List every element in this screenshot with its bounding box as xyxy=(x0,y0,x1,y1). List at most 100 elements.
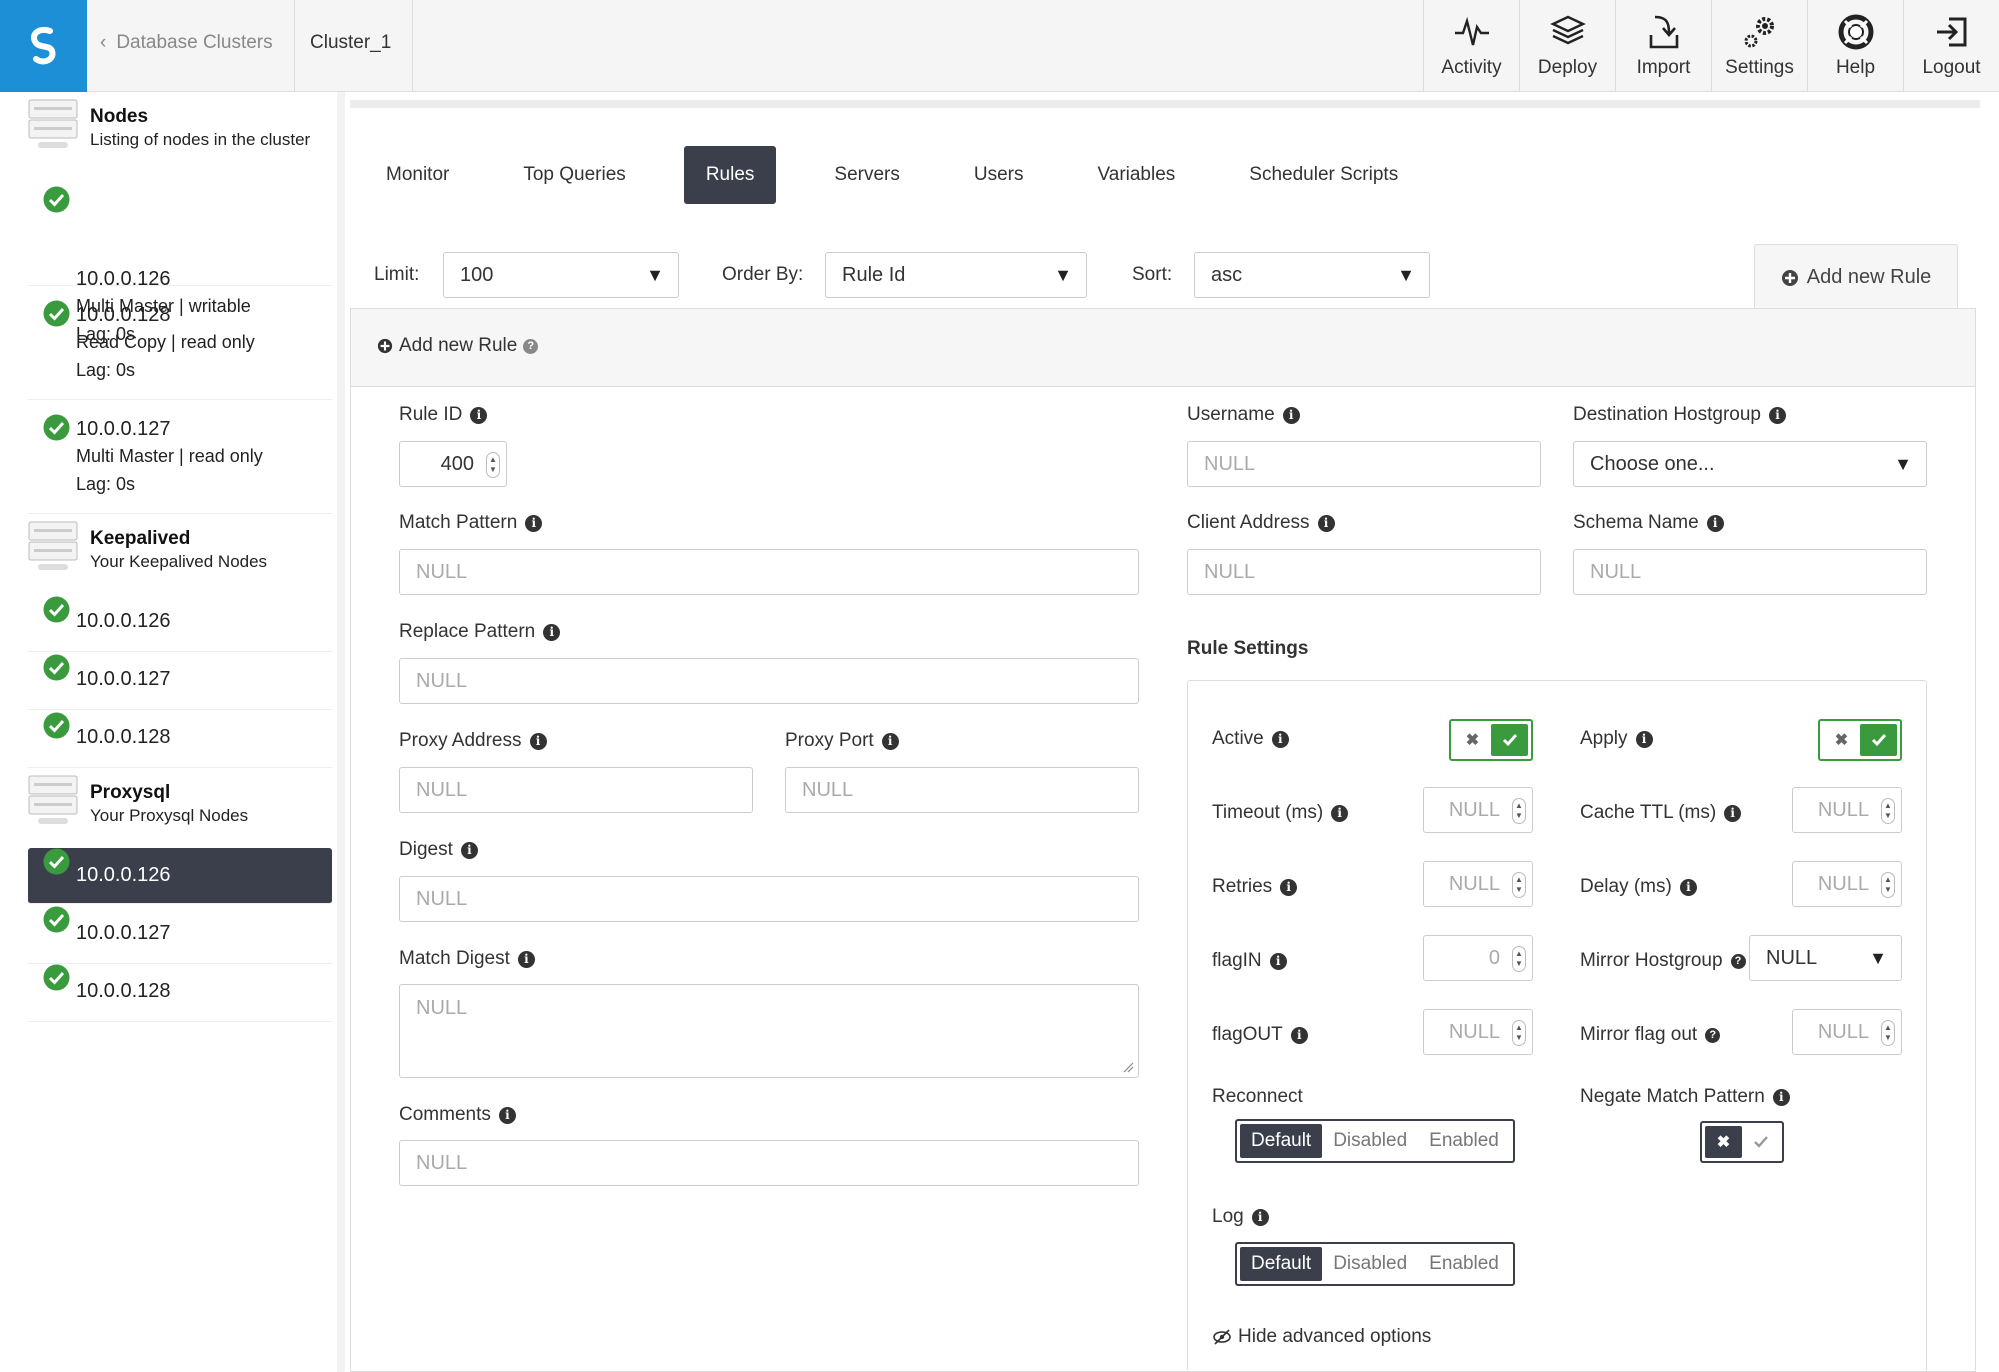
timeout-stepper[interactable]: NULL ▲ ▼ xyxy=(1423,787,1533,833)
info-icon[interactable]: i xyxy=(1282,406,1300,424)
tab-rules[interactable]: Rules xyxy=(683,146,777,204)
proxysql-node-item[interactable]: 10.0.0.127 xyxy=(28,906,332,964)
info-icon[interactable]: i xyxy=(1271,730,1289,748)
info-icon[interactable]: i xyxy=(881,732,899,750)
info-icon[interactable]: i xyxy=(1269,952,1287,970)
match-pattern-input[interactable]: NULL xyxy=(399,549,1139,595)
info-icon[interactable]: i xyxy=(1331,804,1349,822)
proxy-address-input[interactable]: NULL xyxy=(399,767,753,813)
section-title: Proxysql xyxy=(90,782,171,803)
mirror-hostgroup-select[interactable]: NULL ▼ xyxy=(1749,935,1902,981)
apply-toggle[interactable]: ✖ xyxy=(1818,719,1902,761)
log-default-option[interactable]: Default xyxy=(1240,1247,1323,1281)
nav-deploy-button[interactable]: Deploy xyxy=(1519,0,1615,92)
negate-match-pattern-toggle[interactable]: ✖ xyxy=(1700,1121,1784,1163)
match-digest-textarea[interactable]: NULL xyxy=(399,984,1139,1078)
retries-stepper[interactable]: NULL ▲ ▼ xyxy=(1423,861,1533,907)
mirror-hostgroup-label: Mirror Hostgroup? xyxy=(1580,950,1746,972)
node-item[interactable]: 10.0.0.127 Multi Master | read only Lag:… xyxy=(28,400,332,514)
tab-servers[interactable]: Servers xyxy=(818,146,915,204)
nav-help-button[interactable]: Help xyxy=(1807,0,1903,92)
info-icon[interactable]: i xyxy=(460,841,478,859)
tab-top-queries[interactable]: Top Queries xyxy=(507,146,641,204)
cache-ttl-stepper[interactable]: NULL ▲ ▼ xyxy=(1792,787,1902,833)
tab-monitor[interactable]: Monitor xyxy=(370,146,465,204)
schema-name-input[interactable]: NULL xyxy=(1573,549,1927,595)
tab-scheduler-scripts[interactable]: Scheduler Scripts xyxy=(1233,146,1414,204)
node-item[interactable]: 10.0.0.126 Multi Master | writable Lag: … xyxy=(28,172,332,344)
stepper-arrows-icon[interactable]: ▲ ▼ xyxy=(1512,946,1526,972)
node-item[interactable]: 10.0.0.128 Read Copy | read only Lag: 0s xyxy=(28,286,332,400)
info-icon[interactable]: i xyxy=(543,623,561,641)
digest-input[interactable]: NULL xyxy=(399,876,1139,922)
log-enabled-option[interactable]: Enabled xyxy=(1418,1247,1510,1281)
keepalived-node-item[interactable]: 10.0.0.128 xyxy=(28,710,332,768)
hide-advanced-options-link[interactable]: Hide advanced options xyxy=(1212,1326,1431,1348)
client-address-input[interactable]: NULL xyxy=(1187,549,1541,595)
proxysql-node-item-selected[interactable]: 10.0.0.126 xyxy=(28,848,332,904)
log-disabled-option[interactable]: Disabled xyxy=(1322,1247,1418,1281)
stepper-arrows-icon[interactable]: ▲ ▼ xyxy=(1512,1020,1526,1046)
keepalived-node-item[interactable]: 10.0.0.126 xyxy=(28,594,332,652)
info-icon[interactable]: i xyxy=(1772,1088,1790,1106)
help-icon[interactable]: ? xyxy=(523,338,539,354)
active-toggle[interactable]: ✖ xyxy=(1449,719,1533,761)
stepper-arrows-icon[interactable]: ▲ ▼ xyxy=(1512,872,1526,898)
tab-bar: Monitor Top Queries Rules Servers Users … xyxy=(370,146,1456,204)
order-by-select[interactable]: Rule Id ▼ xyxy=(825,252,1087,298)
proxysql-node-item[interactable]: 10.0.0.128 xyxy=(28,964,332,1022)
flagout-stepper[interactable]: NULL ▲ ▼ xyxy=(1423,1009,1533,1055)
proxy-port-input[interactable]: NULL xyxy=(785,767,1139,813)
stepper-arrows-icon[interactable]: ▲ ▼ xyxy=(1512,798,1526,824)
info-icon[interactable]: i xyxy=(1706,514,1724,532)
comments-input[interactable]: NULL xyxy=(399,1140,1139,1186)
keepalived-node-item[interactable]: 10.0.0.127 xyxy=(28,652,332,710)
nav-label: Import xyxy=(1636,57,1691,78)
info-icon[interactable]: i xyxy=(517,950,535,968)
info-icon[interactable]: i xyxy=(1679,878,1697,896)
tab-users[interactable]: Users xyxy=(958,146,1040,204)
breadcrumb-current: Cluster_1 xyxy=(310,32,392,53)
replace-pattern-input[interactable]: NULL xyxy=(399,658,1139,704)
nav-import-button[interactable]: Import xyxy=(1615,0,1711,92)
nav-settings-button[interactable]: Settings xyxy=(1711,0,1807,92)
stepper-arrows-icon[interactable]: ▲ ▼ xyxy=(486,452,500,478)
sort-select[interactable]: asc ▼ xyxy=(1194,252,1430,298)
flagin-stepper[interactable]: 0 ▲ ▼ xyxy=(1423,935,1533,981)
limit-select[interactable]: 100 ▼ xyxy=(443,252,679,298)
tab-variables[interactable]: Variables xyxy=(1081,146,1191,204)
reconnect-default-option[interactable]: Default xyxy=(1240,1124,1323,1158)
nav-logout-button[interactable]: Logout xyxy=(1903,0,1999,92)
rule-id-stepper[interactable]: 400 ▲ ▼ xyxy=(399,441,507,487)
info-icon[interactable]: i xyxy=(498,1106,516,1124)
stepper-arrows-icon[interactable]: ▲ ▼ xyxy=(1881,1020,1895,1046)
rule-id-value: 400 xyxy=(440,452,474,475)
info-icon[interactable]: i xyxy=(1251,1208,1269,1226)
breadcrumb-back-link[interactable]: ‹ Database Clusters xyxy=(100,32,273,54)
username-input[interactable]: NULL xyxy=(1187,441,1541,487)
reconnect-enabled-option[interactable]: Enabled xyxy=(1418,1124,1510,1158)
info-icon[interactable]: i xyxy=(1280,878,1298,896)
delay-stepper[interactable]: NULL ▲ ▼ xyxy=(1792,861,1902,907)
info-icon[interactable]: i xyxy=(1769,406,1786,424)
check-circle-icon xyxy=(43,848,70,875)
reconnect-disabled-option[interactable]: Disabled xyxy=(1322,1124,1418,1158)
stepper-arrows-icon[interactable]: ▲ ▼ xyxy=(1881,798,1895,824)
help-icon[interactable]: ? xyxy=(1730,953,1746,969)
nav-activity-button[interactable]: Activity xyxy=(1423,0,1519,92)
destination-hostgroup-select[interactable]: Choose one... ▼ xyxy=(1573,441,1927,487)
info-icon[interactable]: i xyxy=(529,732,547,750)
info-icon[interactable]: i xyxy=(1724,804,1742,822)
info-icon[interactable]: i xyxy=(1317,514,1335,532)
resize-handle-icon[interactable] xyxy=(1122,1061,1134,1073)
mirror-flag-out-stepper[interactable]: NULL ▲ ▼ xyxy=(1792,1009,1902,1055)
add-new-rule-tab[interactable]: Add new Rule xyxy=(1754,244,1958,310)
stepper-arrows-icon[interactable]: ▲ ▼ xyxy=(1881,872,1895,898)
info-icon[interactable]: i xyxy=(1290,1026,1308,1044)
help-icon[interactable]: ? xyxy=(1705,1027,1721,1043)
info-icon[interactable]: i xyxy=(525,514,543,532)
info-icon[interactable]: i xyxy=(1635,730,1653,748)
app-logo[interactable] xyxy=(0,0,87,92)
replace-pattern-label: Replace Pattern i xyxy=(399,621,561,643)
info-icon[interactable]: i xyxy=(470,406,488,424)
